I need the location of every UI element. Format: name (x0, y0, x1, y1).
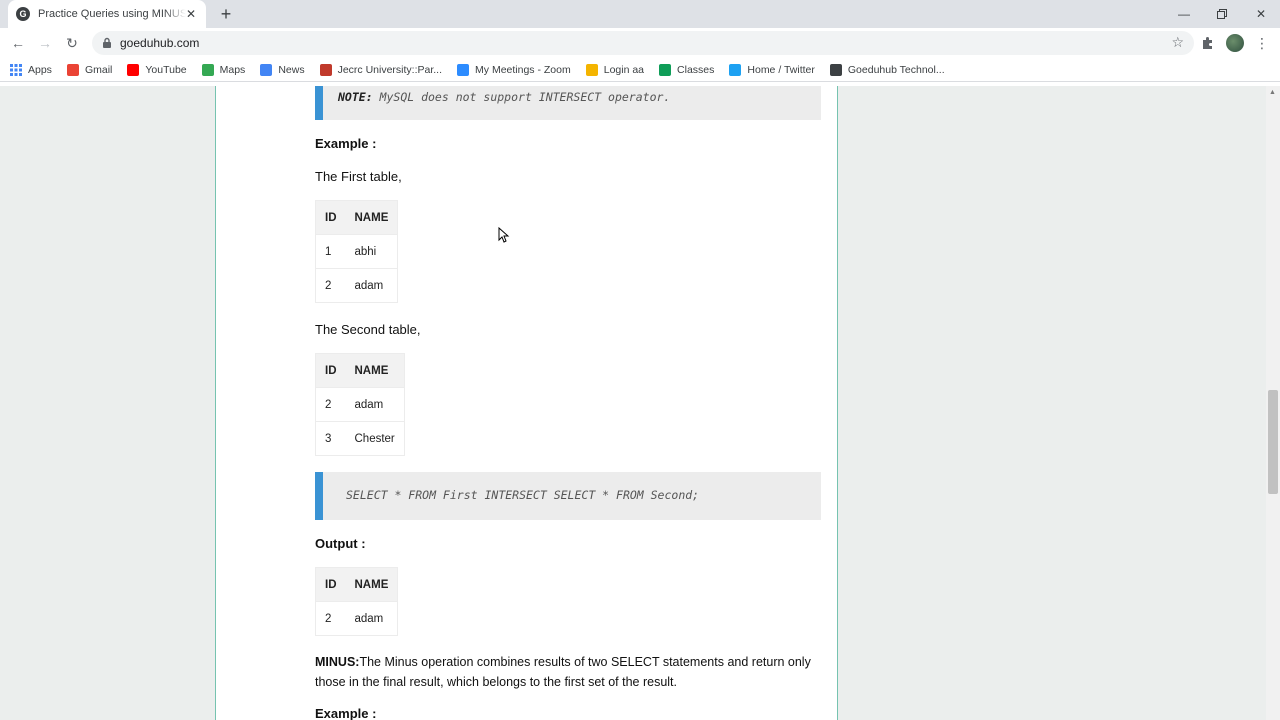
lock-icon (102, 37, 114, 49)
bookmark-zoom[interactable]: My Meetings - Zoom (457, 63, 571, 76)
bookmarks-bar: Apps Gmail YouTube Maps News Jecrc University… (0, 58, 1280, 82)
gmail-icon (66, 63, 79, 76)
table-row: 3 Chester (315, 421, 405, 456)
minus-label: MINUS: (315, 655, 360, 669)
new-tab-plus-icon[interactable]: + (216, 4, 236, 24)
note-box: NOTE: MySQL does not support INTERSECT o… (315, 86, 821, 120)
output-table: ID NAME 2 adam (315, 567, 399, 636)
table-cell-name: adam (345, 387, 405, 422)
classes-icon (659, 63, 672, 76)
bookmark-label: Jecrc University::Par... (337, 63, 443, 76)
first-table-header-id: ID (315, 200, 346, 235)
second-table-header-name: NAME (345, 353, 405, 388)
table-cell-name: adam (345, 601, 398, 636)
table-row: 2 adam (315, 268, 398, 303)
output-table-header-name: NAME (345, 567, 398, 602)
close-tab-icon[interactable]: ✕ (184, 7, 198, 21)
bookmark-label: Classes (677, 63, 715, 76)
bookmark-label: Apps (28, 63, 52, 76)
second-table-caption: The Second table, (315, 322, 421, 337)
bookmark-label: Gmail (84, 63, 113, 76)
forward-arrow-icon[interactable]: → (35, 33, 55, 53)
news-icon (260, 63, 273, 76)
close-window-icon[interactable]: ✕ (1241, 0, 1280, 28)
minimize-window-icon[interactable]: — (1164, 0, 1204, 28)
reload-icon[interactable]: ↻ (62, 33, 82, 53)
table-row: 2 adam (315, 601, 398, 636)
goeduhub-icon (829, 63, 842, 76)
bookmark-goeduhub[interactable]: Goeduhub Technol... (829, 63, 945, 76)
table-cell-name: abhi (345, 234, 398, 269)
first-table-header-name: NAME (345, 200, 398, 235)
bookmark-news[interactable]: News (260, 63, 305, 76)
bookmark-youtube[interactable]: YouTube (127, 63, 187, 76)
profile-avatar[interactable] (1226, 34, 1244, 52)
bookmark-gmail[interactable]: Gmail (66, 63, 113, 76)
bookmark-label: News (278, 63, 305, 76)
first-table-caption: The First table, (315, 169, 402, 184)
table-cell-id: 1 (315, 234, 346, 269)
table-cell-name: Chester (345, 421, 405, 456)
table-cell-id: 2 (315, 601, 346, 636)
example-heading: Example : (315, 136, 377, 151)
bookmark-label: Goeduhub Technol... (847, 63, 945, 76)
bookmark-label: My Meetings - Zoom (475, 63, 571, 76)
minus-text: The Minus operation combines results of … (315, 655, 811, 689)
table-cell-name: adam (345, 268, 398, 303)
second-table-header-id: ID (315, 353, 346, 388)
tab-strip: G Practice Queries using MINUS, UNION ✕ … (0, 0, 1280, 28)
bookmark-label: Maps (219, 63, 246, 76)
table-row: 1 abhi (315, 234, 398, 269)
restore-window-icon[interactable] (1202, 0, 1242, 28)
mouse-cursor-icon (498, 227, 510, 243)
table-cell-id: 2 (315, 268, 346, 303)
url-text: goeduhub.com (120, 36, 200, 50)
bookmark-label: Login aa (603, 63, 645, 76)
page-scrollbar[interactable]: ▲ (1266, 86, 1280, 720)
back-arrow-icon[interactable]: ← (8, 33, 28, 53)
note-label: NOTE: (338, 90, 373, 104)
goeduhub-favicon-icon: G (16, 7, 30, 21)
youtube-icon (127, 63, 140, 76)
scrollbar-thumb[interactable] (1268, 390, 1278, 494)
page-viewport: NOTE: MySQL does not support INTERSECT o… (0, 86, 1266, 720)
browser-toolbar: ← → ↻ goeduhub.com ☆ (0, 28, 1280, 58)
bookmark-jecrc[interactable]: Jecrc University::Par... (319, 63, 443, 76)
note-text: MySQL does not support INTERSECT operato… (372, 90, 671, 104)
jecrc-icon (319, 63, 332, 76)
bookmark-maps[interactable]: Maps (201, 63, 246, 76)
address-bar[interactable]: goeduhub.com ☆ (92, 31, 1194, 55)
first-table: ID NAME 1 abhi 2 adam (315, 200, 399, 303)
table-cell-id: 2 (315, 387, 346, 422)
next-example-heading: Example : (315, 706, 377, 720)
twitter-icon (729, 63, 742, 76)
minus-paragraph: MINUS:The Minus operation combines resul… (315, 652, 827, 692)
bookmark-classes[interactable]: Classes (659, 63, 715, 76)
bookmark-login[interactable]: Login aa (585, 63, 645, 76)
output-table-header-id: ID (315, 567, 346, 602)
output-heading: Output : (315, 536, 366, 551)
sql-code-block: SELECT * FROM First INTERSECT SELECT * F… (315, 472, 821, 520)
apps-grid-icon (10, 63, 22, 76)
extensions-puzzle-icon[interactable] (1198, 33, 1218, 53)
bookmark-star-icon[interactable]: ☆ (1171, 34, 1184, 51)
scroll-up-arrow-icon[interactable]: ▲ (1269, 89, 1276, 96)
bookmark-apps-grid[interactable]: Apps (10, 63, 52, 76)
bookmark-label: Home / Twitter (747, 63, 815, 76)
bookmark-twitter[interactable]: Home / Twitter (729, 63, 815, 76)
table-cell-id: 3 (315, 421, 346, 456)
menu-kebab-icon[interactable]: ⋮ (1252, 33, 1272, 53)
table-row: 2 adam (315, 387, 405, 422)
tab-title: Practice Queries using MINUS, UNION (38, 8, 186, 20)
article-content: NOTE: MySQL does not support INTERSECT o… (215, 86, 838, 720)
bookmark-label: YouTube (145, 63, 187, 76)
browser-tab-active[interactable]: G Practice Queries using MINUS, UNION ✕ (8, 0, 206, 28)
zoom-icon (457, 63, 470, 76)
login-icon (585, 63, 598, 76)
second-table: ID NAME 2 adam 3 Chester (315, 353, 405, 456)
maps-icon (201, 63, 214, 76)
